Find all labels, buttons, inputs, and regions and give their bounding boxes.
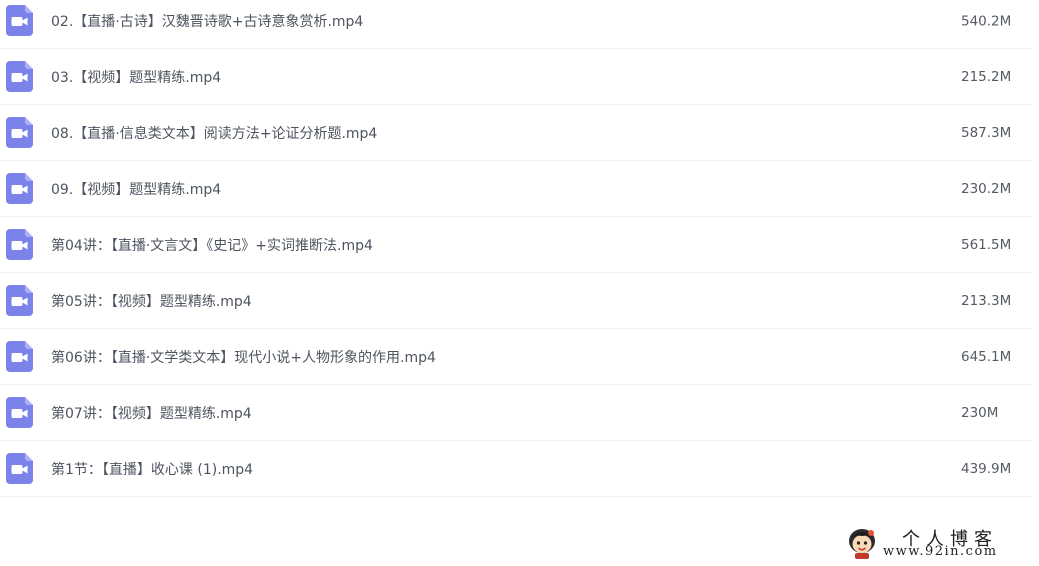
file-name[interactable]: 第1节：【直播】收心课 (1).mp4 — [51, 459, 253, 479]
file-row[interactable]: 02.【直播·古诗】汉魏晋诗歌+古诗意象赏析.mp4 540.2M — [0, 0, 1031, 49]
file-size: 439.9M — [961, 460, 1012, 477]
file-row[interactable]: 第07讲：【视频】题型精练.mp4 230M — [0, 385, 1031, 441]
file-size: 561.5M — [961, 236, 1012, 253]
file-size: 215.2M — [961, 68, 1012, 85]
file-size: 645.1M — [961, 348, 1012, 365]
video-file-icon — [6, 172, 33, 204]
file-name[interactable]: 第06讲：【直播·文学类文本】现代小说+人物形象的作用.mp4 — [51, 347, 436, 367]
video-file-icon — [6, 116, 33, 148]
mascot-logo-icon — [849, 529, 875, 559]
file-row[interactable]: 第1节：【直播】收心课 (1).mp4 439.9M — [0, 441, 1031, 497]
file-list: 02.【直播·古诗】汉魏晋诗歌+古诗意象赏析.mp4 540.2M 03.【视频… — [0, 0, 1031, 497]
file-name[interactable]: 08.【直播·信息类文本】阅读方法+论证分析题.mp4 — [51, 123, 377, 143]
file-size: 213.3M — [961, 292, 1012, 309]
file-size: 230M — [961, 404, 999, 421]
file-row[interactable]: 第04讲：【直播·文言文】《史记》+实词推断法.mp4 561.5M — [0, 217, 1031, 273]
video-file-icon — [6, 340, 33, 372]
file-row[interactable]: 03.【视频】题型精练.mp4 215.2M — [0, 49, 1031, 105]
file-name[interactable]: 02.【直播·古诗】汉魏晋诗歌+古诗意象赏析.mp4 — [51, 11, 363, 31]
file-row[interactable]: 第06讲：【直播·文学类文本】现代小说+人物形象的作用.mp4 645.1M — [0, 329, 1031, 385]
watermark: 个人博客 www.92in.com — [846, 526, 1026, 564]
file-row[interactable]: 第05讲：【视频】题型精练.mp4 213.3M — [0, 273, 1031, 329]
file-row[interactable]: 08.【直播·信息类文本】阅读方法+论证分析题.mp4 587.3M — [0, 105, 1031, 161]
file-size: 230.2M — [961, 180, 1012, 197]
video-file-icon — [6, 228, 33, 260]
file-name[interactable]: 第04讲：【直播·文言文】《史记》+实词推断法.mp4 — [51, 235, 373, 255]
file-size: 587.3M — [961, 124, 1012, 141]
video-file-icon — [6, 60, 33, 92]
video-file-icon — [6, 396, 33, 428]
video-file-icon — [6, 284, 33, 316]
file-name[interactable]: 09.【视频】题型精练.mp4 — [51, 179, 221, 199]
file-row[interactable]: 09.【视频】题型精练.mp4 230.2M — [0, 161, 1031, 217]
file-name[interactable]: 第07讲：【视频】题型精练.mp4 — [51, 403, 252, 423]
video-file-icon — [6, 5, 33, 36]
file-name[interactable]: 第05讲：【视频】题型精练.mp4 — [51, 291, 252, 311]
video-file-icon — [6, 452, 33, 484]
file-name[interactable]: 03.【视频】题型精练.mp4 — [51, 67, 221, 87]
file-size: 540.2M — [961, 13, 1012, 30]
watermark-url: www.92in.com — [883, 544, 998, 559]
